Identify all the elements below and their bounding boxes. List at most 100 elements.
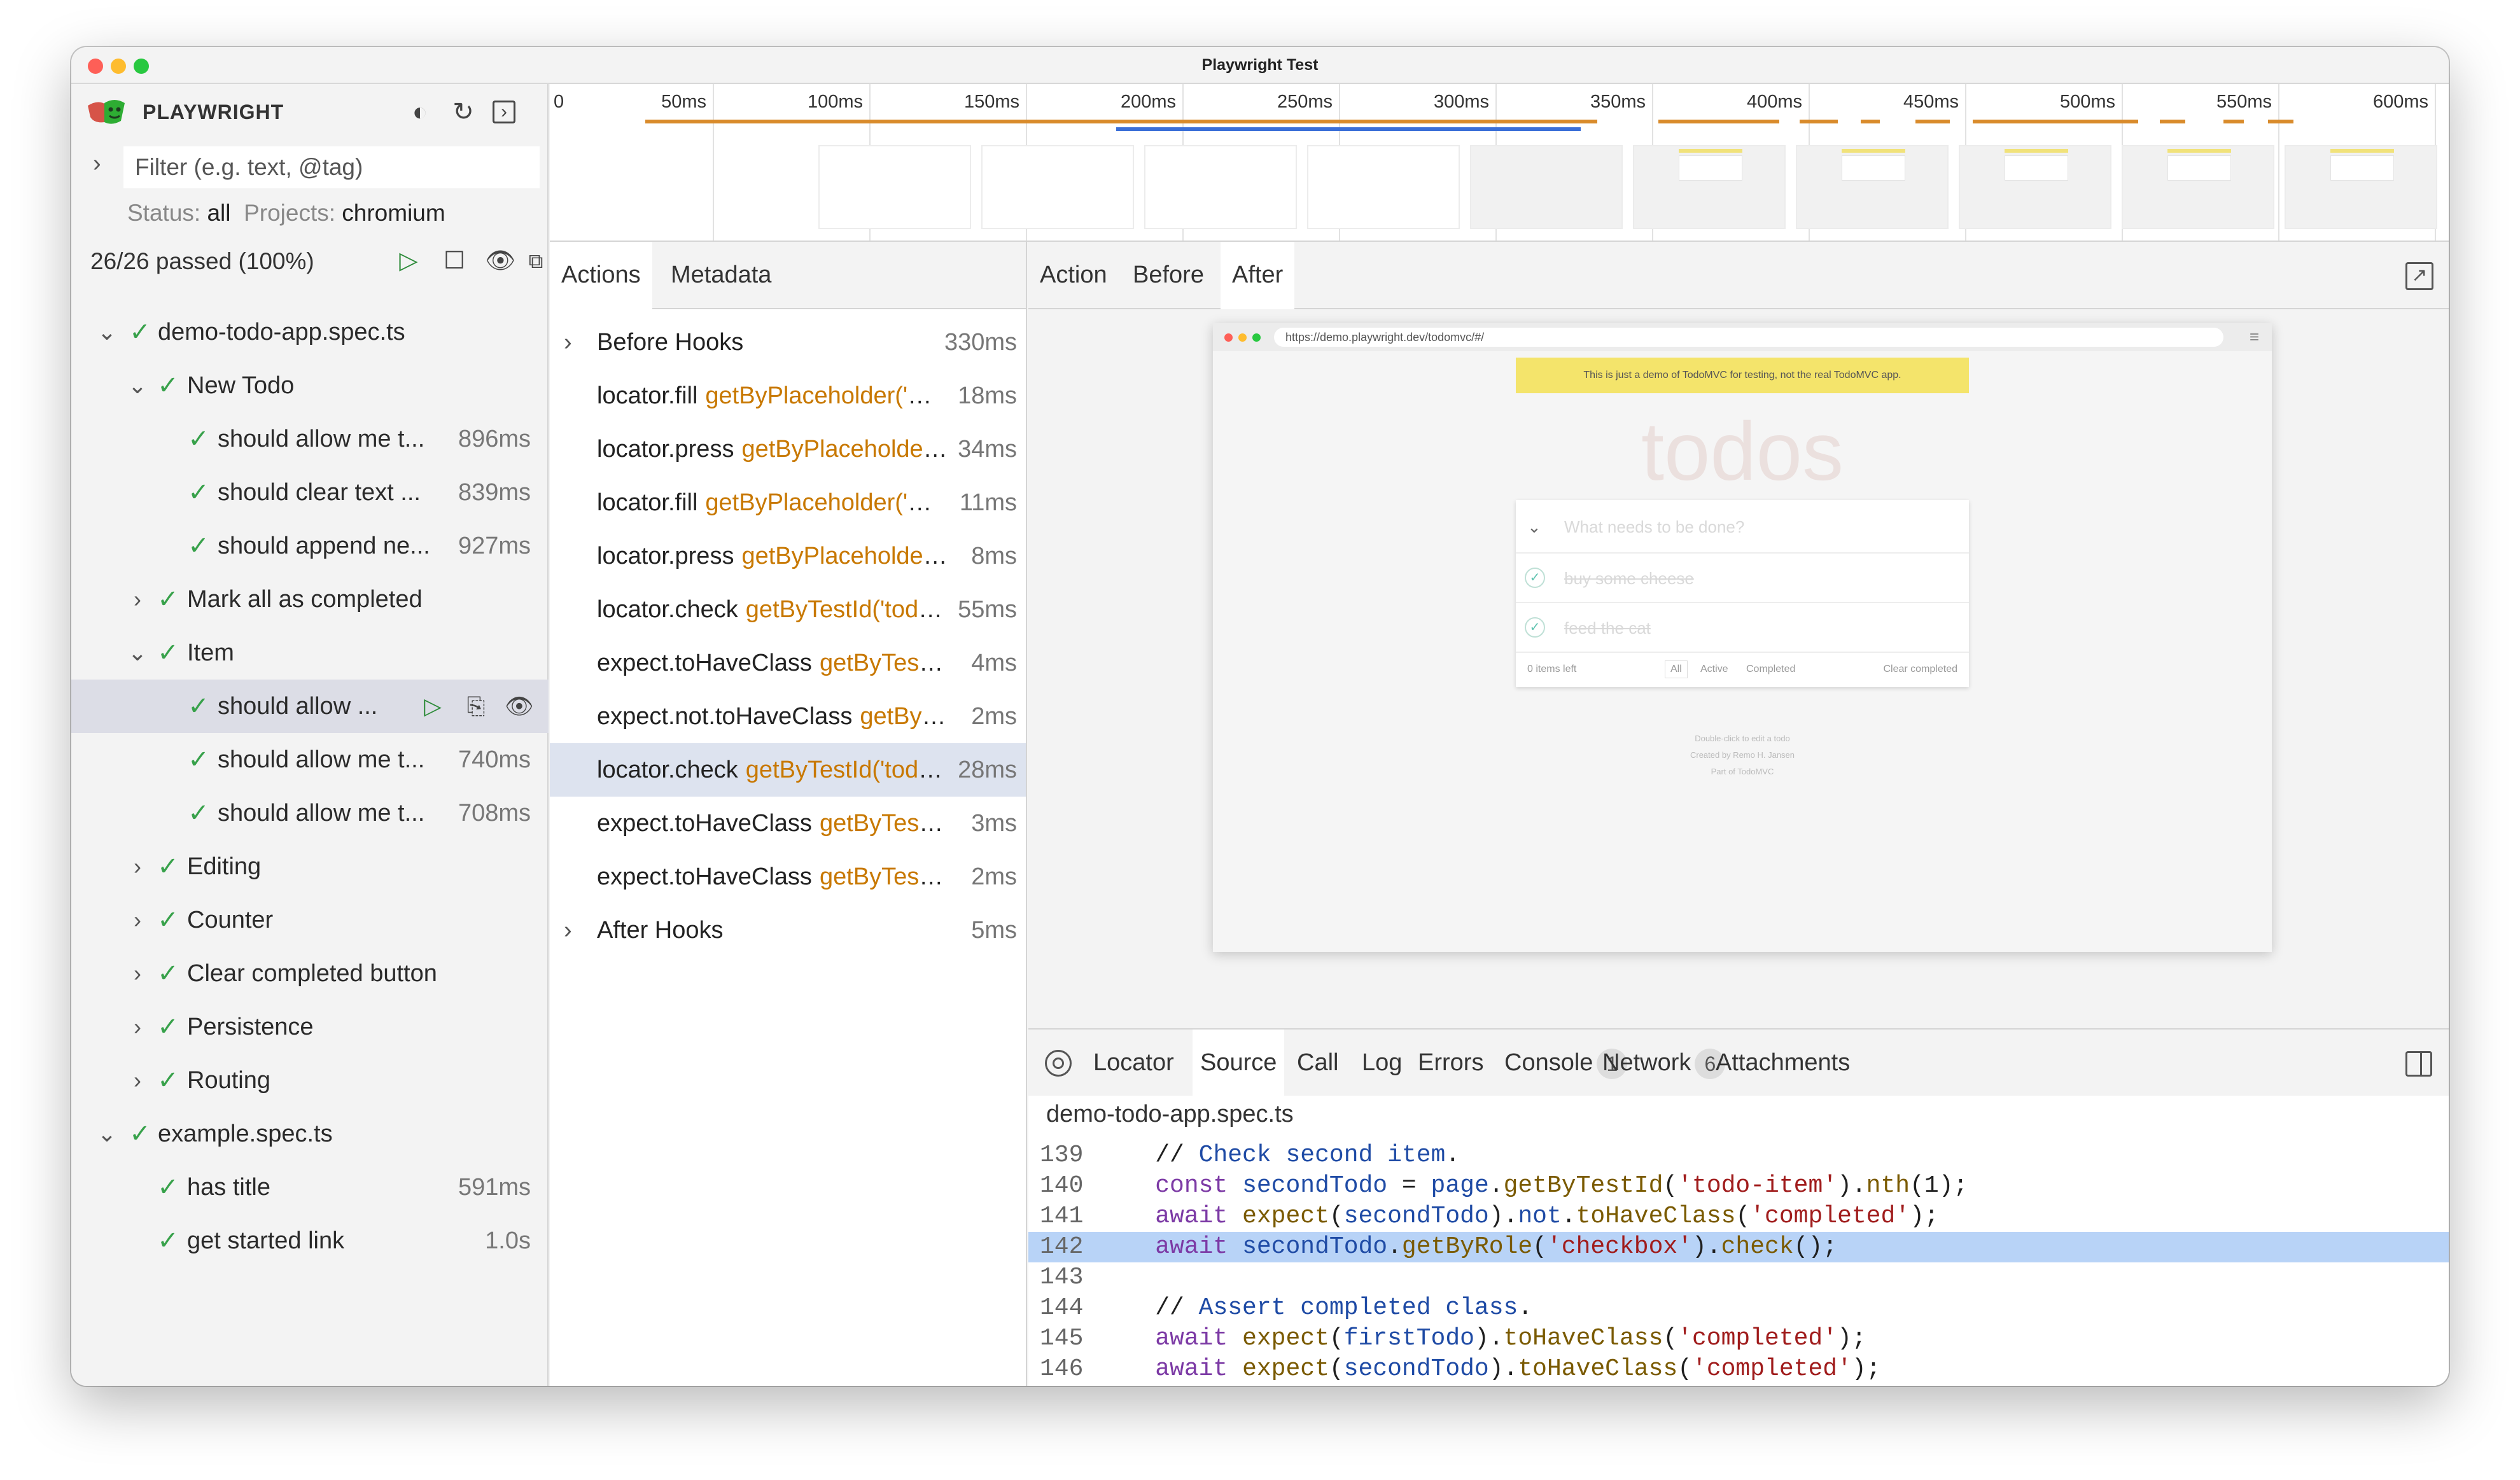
tab-action[interactable]: Action — [1028, 242, 1119, 308]
test-tree-item[interactable]: ✓ should allow me t... 896ms — [71, 412, 549, 466]
pick-locator-icon[interactable] — [1045, 1050, 1072, 1077]
toggle-output-icon[interactable]: › — [489, 97, 519, 127]
timeline-action-bar[interactable] — [1658, 120, 1779, 123]
watch-test-icon[interactable]: 👁 — [504, 691, 535, 722]
snapshot-url: https://demo.playwright.dev/todomvc/#/ — [1274, 328, 2223, 347]
chevron-down-icon[interactable]: ⌄ — [94, 1107, 120, 1161]
action-item[interactable]: locator.check getByTestId('todo-item').nt… — [550, 743, 1026, 797]
timeline-action-bar[interactable] — [2268, 120, 2293, 123]
chevron-down-icon[interactable]: ⌄ — [125, 359, 150, 412]
toggle-theme-icon[interactable]: ◐ — [405, 97, 435, 127]
timeline-action-bar[interactable] — [1116, 127, 1581, 131]
tab-metadata[interactable]: Metadata — [659, 242, 783, 308]
actions-tabbar: Actions Metadata — [550, 242, 1026, 309]
action-item[interactable]: expect.toHaveClass getByTestId('todo-item… — [550, 636, 1026, 690]
passed-check-icon: ✓ — [157, 1013, 179, 1041]
tab-after[interactable]: After — [1221, 242, 1295, 309]
test-duration: 708ms — [458, 800, 531, 827]
tab-log[interactable]: Log — [1354, 1030, 1410, 1096]
tab-before[interactable]: Before — [1121, 242, 1215, 308]
test-tree-item[interactable]: ✓ should allow me t... 740ms — [71, 733, 549, 786]
test-tree-item[interactable]: ✓ should allow me t... 708ms — [71, 786, 549, 840]
chevron-right-icon[interactable]: › — [125, 947, 150, 1000]
test-tree-item[interactable]: ⌄ ✓ New Todo — [71, 359, 549, 412]
test-tree-item[interactable]: › ✓ Editing — [71, 840, 549, 893]
action-method: locator.check — [597, 757, 738, 783]
filmstrip-frame[interactable] — [1470, 145, 1623, 229]
action-item[interactable]: locator.press getByPlaceholder('What need… — [550, 529, 1026, 583]
test-tree-item[interactable]: ✓ get started link 1.0s — [71, 1214, 549, 1267]
watch-all-icon[interactable]: 👁 — [485, 246, 515, 276]
chevron-right-icon[interactable]: › — [125, 1000, 150, 1054]
filter-expand-icon[interactable]: › — [93, 150, 101, 178]
status-value[interactable]: all — [207, 200, 230, 226]
action-item[interactable]: locator.press getByPlaceholder('What need… — [550, 422, 1026, 476]
action-item[interactable]: locator.check getByTestId('todo-item').fi… — [550, 583, 1026, 636]
action-item[interactable]: locator.fill getByPlaceholder('What needs… — [550, 369, 1026, 422]
collapse-all-icon[interactable]: ⧉ — [521, 246, 551, 276]
timeline-action-bar[interactable] — [645, 120, 1597, 123]
action-item[interactable]: › Before Hooks 330ms — [550, 316, 1026, 369]
open-source-icon[interactable]: ⎘ — [461, 691, 491, 722]
test-tree-item[interactable]: › ✓ Counter — [71, 893, 549, 947]
filmstrip-frame[interactable] — [1144, 145, 1297, 229]
filmstrip-frame[interactable] — [981, 145, 1134, 229]
filter-input[interactable]: Filter (e.g. text, @tag) — [123, 146, 540, 188]
test-tree-item[interactable]: ⌄ ✓ Item — [71, 626, 549, 680]
timeline-action-bar[interactable] — [1800, 120, 1838, 123]
tab-errors[interactable]: Errors — [1410, 1030, 1491, 1096]
action-duration: 4ms — [971, 650, 1017, 676]
tab-locator[interactable]: Locator — [1086, 1030, 1182, 1096]
timeline-action-bar[interactable] — [2160, 120, 2185, 123]
filmstrip-frame[interactable] — [1307, 145, 1460, 229]
timeline-action-bar[interactable] — [2223, 120, 2244, 123]
test-tree-item[interactable]: › ✓ Mark all as completed — [71, 573, 549, 626]
tab-actions[interactable]: Actions — [550, 242, 652, 309]
timeline-action-bar[interactable] — [1861, 120, 1880, 123]
action-item[interactable]: locator.fill getByPlaceholder('What needs… — [550, 476, 1026, 529]
test-tree-item[interactable]: › ✓ Persistence — [71, 1000, 549, 1054]
run-test-icon[interactable]: ▷ — [417, 691, 448, 722]
action-item[interactable]: expect.not.toHaveClass getByTestId('todo-… — [550, 690, 1026, 743]
filmstrip-frame[interactable] — [2285, 145, 2437, 229]
chevron-right-icon[interactable]: › — [125, 573, 150, 626]
passed-check-icon: ✓ — [157, 853, 179, 881]
action-item[interactable]: › After Hooks 5ms — [550, 904, 1026, 957]
run-all-icon[interactable]: ▷ — [393, 246, 424, 276]
chevron-down-icon[interactable]: ⌄ — [94, 305, 120, 359]
action-label: locator.check getByTestId('todo-item').nt… — [597, 743, 949, 797]
test-tree-item[interactable]: ⌄ ✓ example.spec.ts — [71, 1107, 549, 1161]
filmstrip-frame[interactable] — [2122, 145, 2274, 229]
tab-call[interactable]: Call — [1289, 1030, 1346, 1096]
reload-icon[interactable]: ↻ — [448, 97, 479, 127]
filmstrip-frame[interactable] — [1959, 145, 2111, 229]
chevron-right-icon[interactable]: › — [564, 316, 572, 369]
action-item[interactable]: expect.toHaveClass getByTestId('todo-item… — [550, 850, 1026, 904]
tab-label: Locator — [1093, 1049, 1174, 1076]
chevron-down-icon[interactable]: ⌄ — [125, 626, 150, 680]
timeline[interactable]: 0 50ms 100ms 150ms 200ms 250ms 300ms 350ms 400ms… — [550, 84, 2449, 242]
timeline-action-bar[interactable] — [1973, 120, 2138, 123]
stop-icon[interactable]: ☐ — [439, 246, 470, 276]
test-tree-item[interactable]: ✓ has title 591ms — [71, 1161, 549, 1214]
test-tree-item[interactable]: ✓ should allow ... ▷ ⎘ 👁 — [71, 680, 549, 733]
filmstrip-frame[interactable] — [1796, 145, 1949, 229]
tab-source[interactable]: Source — [1193, 1030, 1285, 1096]
test-tree-item[interactable]: › ✓ Clear completed button — [71, 947, 549, 1000]
chevron-right-icon[interactable]: › — [125, 893, 150, 947]
test-tree-item[interactable]: ✓ should append ne... 927ms — [71, 519, 549, 573]
tab-attachments[interactable]: Attachments — [1708, 1030, 1858, 1096]
test-tree-item[interactable]: ⌄ ✓ demo-todo-app.spec.ts — [71, 305, 549, 359]
test-tree-item[interactable]: › ✓ Routing — [71, 1054, 549, 1107]
chevron-right-icon[interactable]: › — [125, 1054, 150, 1107]
filmstrip-frame[interactable] — [818, 145, 971, 229]
open-snapshot-icon[interactable]: ↗ — [2405, 262, 2433, 290]
action-item[interactable]: expect.toHaveClass getByTestId('todo-item… — [550, 797, 1026, 850]
filmstrip-frame[interactable] — [1633, 145, 1786, 229]
timeline-action-bar[interactable] — [1915, 120, 1950, 123]
projects-value[interactable]: chromium — [342, 200, 445, 226]
toggle-sidebar-icon[interactable] — [2405, 1051, 2432, 1077]
chevron-right-icon[interactable]: › — [564, 904, 572, 957]
chevron-right-icon[interactable]: › — [125, 840, 150, 893]
test-tree-item[interactable]: ✓ should clear text ... 839ms — [71, 466, 549, 519]
